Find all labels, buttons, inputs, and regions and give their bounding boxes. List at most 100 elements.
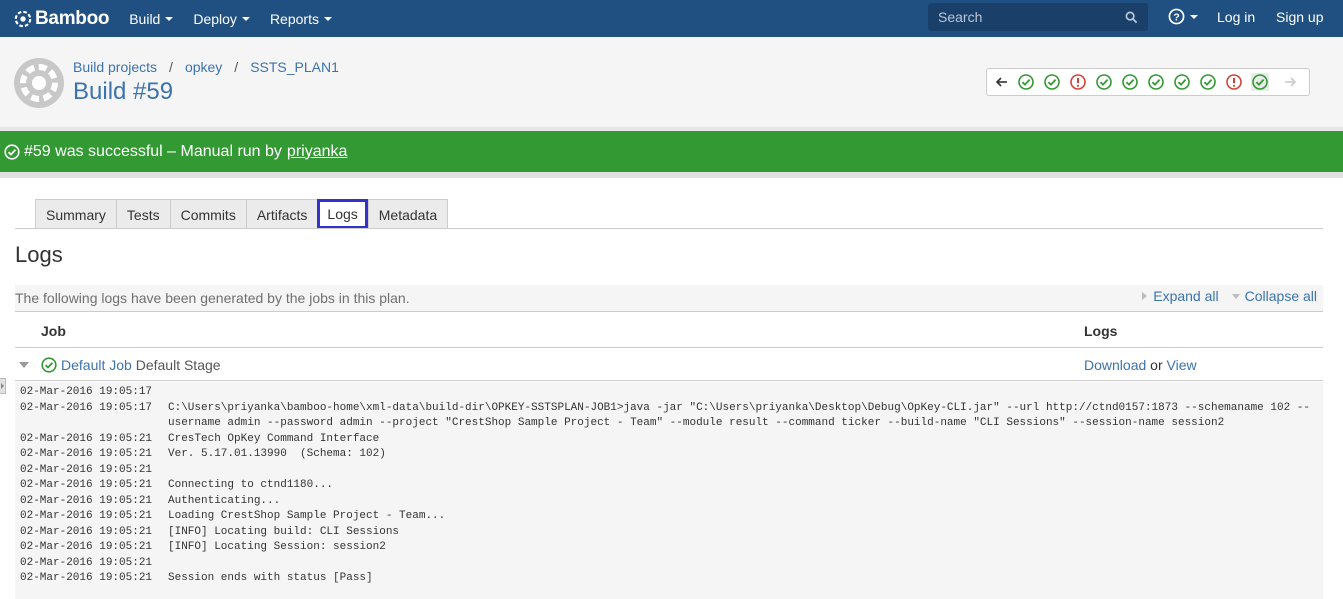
result-tabs: Summary Tests Commits Artifacts Logs Met…	[35, 199, 449, 229]
page-header: Build projects / opkey / SSTS_PLAN1 Buil…	[0, 37, 1343, 127]
log-line: 02-Mar-2016 19:05:21	[15, 556, 1323, 572]
help-menu[interactable]: ?	[1168, 8, 1198, 25]
log-line: 02-Mar-2016 19:05:21 [INFO] Locating Sess…	[15, 540, 1323, 556]
logs-heading: Logs	[15, 242, 63, 267]
log-timestamp: 02-Mar-2016 19:05:21	[20, 448, 153, 460]
history-items	[1009, 73, 1269, 91]
nav-build-label: Build	[129, 10, 161, 27]
tab-tests[interactable]: Tests	[115, 199, 170, 229]
expand-arrow-icon	[1142, 292, 1148, 300]
log-timestamp: 02-Mar-2016 19:05:21	[20, 494, 153, 507]
project-avatar	[14, 58, 64, 108]
log-timestamp: 02-Mar-2016 19:05:17	[20, 386, 153, 398]
log-message: Authenticating...	[168, 494, 281, 507]
success-icon	[4, 143, 20, 160]
log-line: 02-Mar-2016 19:05:21 Session ends with st…	[15, 571, 1323, 587]
signup-link[interactable]: Sign up	[1276, 9, 1323, 25]
log-timestamp: 02-Mar-2016 19:05:17	[20, 401, 153, 414]
breadcrumb: Build projects / opkey / SSTS_PLAN1	[73, 59, 339, 75]
build-history-navigator	[986, 68, 1310, 96]
log-line: 02-Mar-2016 19:05:21 Loading CrestShop Sa…	[15, 509, 1323, 525]
success-icon[interactable]	[1095, 73, 1113, 91]
tab-commits[interactable]: Commits	[169, 199, 246, 229]
log-timestamp: 02-Mar-2016 19:05:21	[20, 463, 153, 476]
side-panel-handle[interactable]	[0, 378, 6, 394]
expand-all-link[interactable]: Expand all	[1153, 288, 1218, 304]
logs-info-text: The following logs have been generated b…	[15, 290, 410, 306]
svg-text:?: ?	[1173, 12, 1179, 23]
success-icon[interactable]	[1121, 73, 1139, 91]
log-line: 02-Mar-2016 19:05:21 Connecting to ctnd11…	[15, 478, 1323, 494]
log-timestamp: 02-Mar-2016 19:05:21	[20, 432, 153, 445]
log-message: Connecting to ctnd1180...	[168, 479, 334, 491]
log-line: 02-Mar-2016 19:05:21 [INFO] Locating buil…	[15, 525, 1323, 541]
breadcrumb-plan[interactable]: SSTS_PLAN1	[250, 59, 339, 75]
success-icon[interactable]	[1251, 73, 1269, 91]
expand-collapse-controls: Expand all Collapse all	[1142, 288, 1317, 304]
log-timestamp: 02-Mar-2016 19:05:21	[20, 510, 153, 522]
tab-divider	[15, 228, 1323, 229]
chevron-down-icon	[241, 17, 250, 21]
arrow-left-icon[interactable]	[995, 75, 1009, 89]
nav-reports-label: Reports	[269, 10, 319, 27]
chevron-down-icon	[323, 17, 332, 21]
log-timestamp: 02-Mar-2016 19:05:21	[20, 572, 153, 584]
search-icon[interactable]	[1125, 11, 1138, 24]
table-row: Default Job Default Stage Download or Vi…	[15, 348, 1323, 381]
login-link[interactable]: Log in	[1217, 9, 1255, 25]
log-message: C:\Users\priyanka\bamboo-home\xml-data\b…	[168, 401, 1310, 430]
help-icon: ?	[1168, 8, 1185, 25]
job-name: Default Job	[61, 357, 132, 373]
banner-text: #59 was successful – Manual run by	[24, 142, 282, 160]
top-navigation: Bamboo Build Deploy Reports ? Log in Sig…	[0, 0, 1343, 37]
success-icon[interactable]	[1043, 73, 1061, 91]
log-timestamp: 02-Mar-2016 19:05:21	[20, 525, 153, 538]
column-header-job: Job	[41, 323, 66, 339]
bamboo-logo[interactable]: Bamboo	[14, 0, 110, 37]
logo-text: Bamboo	[35, 7, 110, 29]
job-name-link[interactable]: Default Job Default Stage	[61, 357, 221, 373]
failed-icon[interactable]	[1069, 73, 1087, 91]
search-box[interactable]	[928, 3, 1148, 31]
banner-user-link[interactable]: priyanka	[287, 143, 347, 161]
build-status-banner: #59 was successful – Manual run by priya…	[0, 131, 1343, 172]
bamboo-logo-icon	[14, 10, 32, 27]
banner-border	[0, 172, 1343, 178]
log-timestamp: 02-Mar-2016 19:05:21	[20, 556, 153, 569]
download-link[interactable]: Download	[1084, 357, 1146, 373]
tab-metadata[interactable]: Metadata	[367, 199, 449, 229]
success-icon[interactable]	[1147, 73, 1165, 91]
chevron-down-icon	[165, 17, 174, 21]
failed-icon[interactable]	[1225, 73, 1243, 91]
breadcrumb-project[interactable]: opkey	[185, 59, 222, 75]
collapse-toggle-icon[interactable]	[19, 362, 29, 368]
arrow-right-icon	[1285, 77, 1297, 87]
nav-deploy-label: Deploy	[193, 10, 237, 27]
chevron-down-icon	[1190, 15, 1198, 19]
log-message: [INFO] Locating build: CLI Sessions	[168, 525, 400, 538]
success-icon[interactable]	[1199, 73, 1217, 91]
or-text: or	[1150, 357, 1163, 373]
tab-artifacts[interactable]: Artifacts	[245, 199, 318, 229]
breadcrumb-build-projects[interactable]: Build projects	[73, 59, 157, 75]
success-icon[interactable]	[1017, 73, 1035, 91]
search-input[interactable]	[938, 9, 1125, 25]
breadcrumb-separator: /	[169, 59, 173, 75]
log-message	[168, 556, 1323, 572]
view-link[interactable]: View	[1167, 357, 1197, 373]
tab-summary[interactable]: Summary	[35, 199, 116, 229]
log-message: CresTech OpKey Command Interface	[168, 432, 380, 445]
nav-deploy[interactable]: Deploy	[193, 11, 250, 27]
log-message: [INFO] Locating Session: session2	[168, 541, 386, 553]
collapse-all-link[interactable]: Collapse all	[1245, 288, 1317, 304]
nav-reports[interactable]: Reports	[270, 11, 332, 27]
log-message: Ver. 5.17.01.13990 (Schema: 102)	[168, 448, 386, 460]
log-line: 02-Mar-2016 19:05:21	[15, 463, 1323, 479]
success-icon[interactable]	[1173, 73, 1191, 91]
log-output: 02-Mar-2016 19:05:17 02-Mar-2016 19:05:17…	[15, 382, 1323, 599]
column-header-logs: Logs	[1084, 323, 1118, 339]
tab-logs[interactable]: Logs	[317, 199, 368, 229]
nav-build[interactable]: Build	[129, 10, 174, 27]
log-lines: 02-Mar-2016 19:05:17 02-Mar-2016 19:05:17…	[15, 385, 1323, 587]
log-actions: Download or View	[1084, 357, 1197, 373]
